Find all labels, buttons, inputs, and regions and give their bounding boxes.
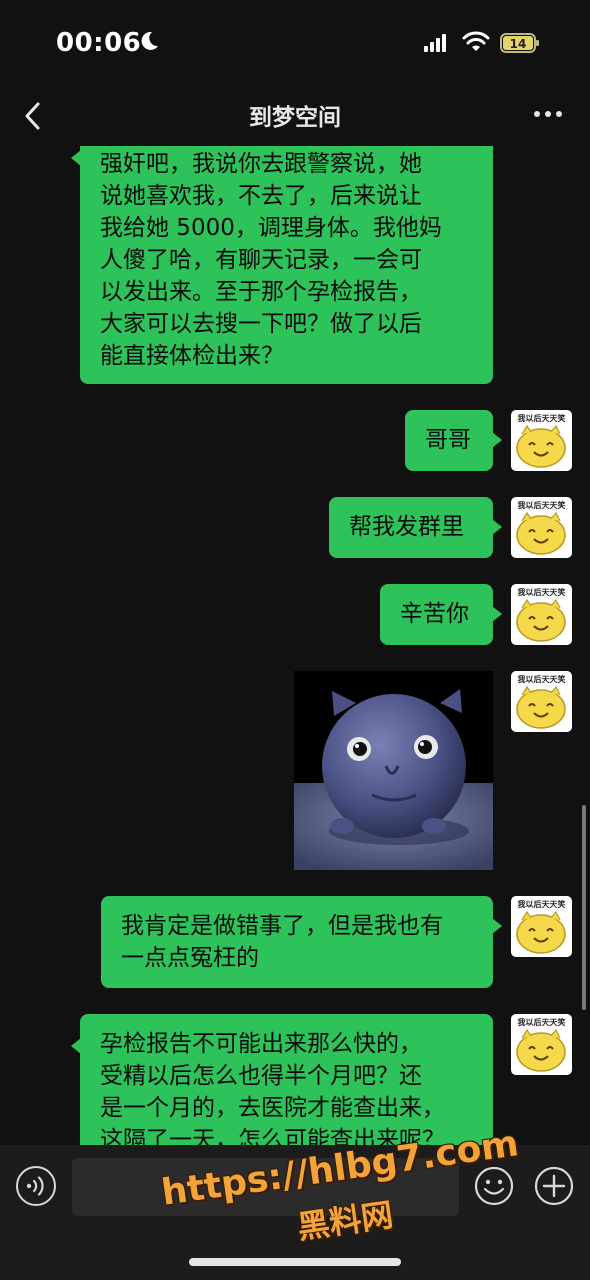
avatar[interactable]: 我以后天天笑 bbox=[511, 1014, 572, 1075]
watermark: https://hlbg7.com 黑料网 bbox=[150, 1123, 530, 1250]
message-line: 是一个月的，去医院才能查出来， bbox=[100, 1095, 445, 1121]
message-line: 辛苦你 bbox=[400, 601, 469, 627]
smiling-face-icon bbox=[516, 685, 566, 729]
smiling-face-icon bbox=[516, 511, 566, 555]
message-bubble[interactable]: 帮我发群里 bbox=[329, 497, 502, 558]
wifi-icon bbox=[462, 31, 490, 51]
battery-icon: 14 bbox=[500, 33, 540, 53]
voice-input-icon bbox=[26, 1176, 44, 1196]
smiling-face-icon bbox=[516, 598, 566, 642]
avatar[interactable]: 我以后天天笑 bbox=[511, 671, 572, 732]
smiling-face-icon bbox=[516, 424, 566, 468]
cellular-signal-icon bbox=[424, 34, 446, 52]
message-line: 强奸吧，我说你去跟警察说，她 bbox=[100, 151, 422, 177]
smiling-face-icon bbox=[516, 910, 566, 954]
scrollbar[interactable] bbox=[582, 805, 586, 1010]
avatar[interactable]: 我以后天天笑 bbox=[511, 896, 572, 957]
message-line: 我肯定是做错事了，但是我也有 bbox=[121, 913, 443, 939]
more-horizontal-icon[interactable] bbox=[532, 109, 564, 119]
message-line: 帮我发群里 bbox=[349, 514, 464, 540]
status-bar: 00:06 14 bbox=[0, 0, 590, 88]
avatar[interactable]: 我以后天天笑 bbox=[511, 410, 572, 471]
battery-level: 14 bbox=[510, 37, 527, 51]
message-bubble[interactable]: 哥哥 bbox=[405, 410, 502, 471]
message-line: 能直接体检出来？ bbox=[100, 343, 284, 369]
chat-title: 到梦空间 bbox=[249, 105, 341, 131]
message-line: 说她喜欢我，不去了，后来说让 bbox=[100, 183, 422, 209]
voice-input-button[interactable] bbox=[16, 1166, 56, 1206]
chat-area[interactable]: 强奸吧，我说你去跟警察说，她 说她喜欢我，不去了，后来说让 我给她 5000，调… bbox=[0, 146, 590, 1145]
home-indicator[interactable] bbox=[189, 1258, 401, 1266]
status-time: 00:06 bbox=[56, 28, 142, 58]
message-line: 哥哥 bbox=[425, 427, 471, 453]
smiling-face-icon bbox=[516, 1028, 566, 1072]
round-cat-face-image bbox=[294, 671, 493, 870]
avatar[interactable]: 我以后天天笑 bbox=[511, 497, 572, 558]
plus-circle-icon[interactable] bbox=[534, 1166, 574, 1206]
message-bubble[interactable]: 强奸吧，我说你去跟警察说，她 说她喜欢我，不去了，后来说让 我给她 5000，调… bbox=[71, 146, 493, 384]
message-line: 以发出来。至于那个孕检报告， bbox=[100, 279, 422, 305]
message-line: 孕检报告不可能出来那么快的， bbox=[100, 1031, 422, 1057]
message-line: 受精以后怎么也得半个月吧？还 bbox=[100, 1063, 422, 1089]
message-line: 我给她 5000，调理身体。我他妈 bbox=[100, 215, 442, 241]
nav-bar: 到梦空间 bbox=[0, 88, 590, 146]
message-line: 一点点冤枉的 bbox=[121, 945, 259, 971]
message-bubble[interactable]: 孕检报告不可能出来那么快的， 受精以后怎么也得半个月吧？还 是一个月的，去医院才… bbox=[71, 1014, 493, 1145]
moon-icon bbox=[141, 31, 158, 50]
message-bubble[interactable]: 我肯定是做错事了，但是我也有 一点点冤枉的 bbox=[101, 896, 502, 988]
message-line: 人傻了哈，有聊天记录，一会可 bbox=[100, 247, 422, 273]
message-line: 大家可以去搜一下吧？做了以后 bbox=[100, 311, 422, 337]
message-bubble[interactable]: 辛苦你 bbox=[380, 584, 502, 645]
image-message[interactable] bbox=[294, 671, 493, 870]
avatar[interactable]: 我以后天天笑 bbox=[511, 584, 572, 645]
